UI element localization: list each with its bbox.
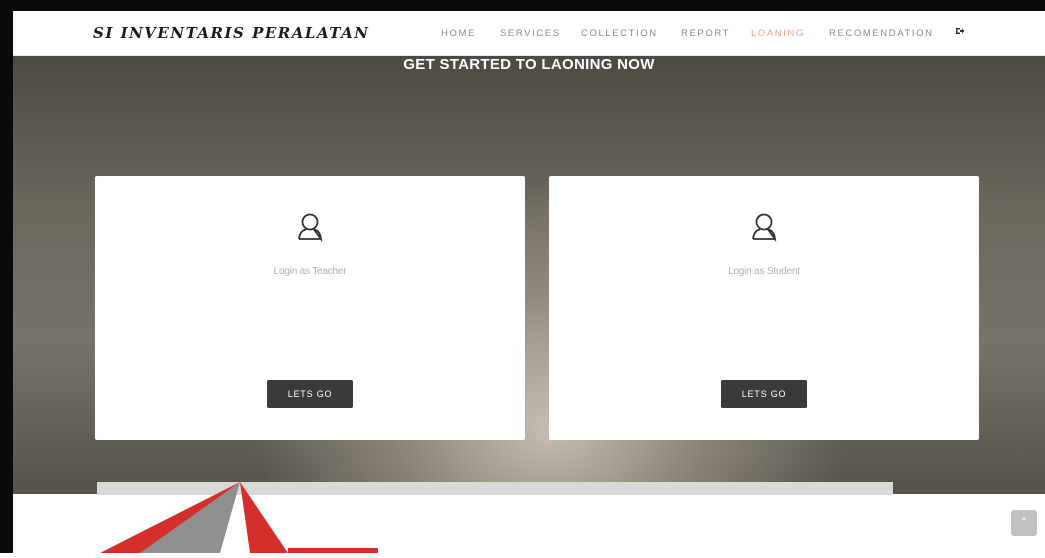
user-icon bbox=[95, 212, 525, 247]
watermark-logo bbox=[100, 482, 400, 558]
nav-recomendation[interactable]: RECOMENDATION bbox=[829, 28, 934, 39]
nav-report[interactable]: REPORT bbox=[681, 28, 730, 39]
navbar: SI INVENTARIS PERALATAN HOME SERVICES CO… bbox=[13, 11, 1045, 56]
teacher-login-card: Login as Teacher LETS GO bbox=[95, 176, 525, 440]
hero-section: GET STARTED TO LAONING NOW Login as Teac… bbox=[13, 56, 1045, 494]
hero-title: GET STARTED TO LAONING NOW bbox=[403, 56, 655, 73]
student-lets-go-button[interactable]: LETS GO bbox=[721, 380, 807, 408]
teacher-login-label: Login as Teacher bbox=[273, 266, 347, 277]
screenshot-frame-left bbox=[0, 0, 13, 553]
nav-loaning[interactable]: LOANING bbox=[751, 28, 805, 39]
scroll-to-top-button[interactable]: ⌃ bbox=[1011, 510, 1037, 536]
chevron-up-icon: ⌃ bbox=[1019, 517, 1029, 528]
nav-services[interactable]: SERVICES bbox=[500, 28, 561, 39]
user-icon bbox=[549, 212, 979, 247]
student-login-label: Login as Student bbox=[728, 266, 800, 277]
brand-logo-text[interactable]: SI INVENTARIS PERALATAN bbox=[93, 24, 369, 42]
nav-home[interactable]: HOME bbox=[441, 28, 476, 39]
teacher-lets-go-button[interactable]: LETS GO bbox=[267, 380, 353, 408]
logout-icon[interactable] bbox=[955, 26, 965, 39]
screenshot-frame-top bbox=[0, 0, 1045, 11]
student-login-card: Login as Student LETS GO bbox=[549, 176, 979, 440]
nav-collection[interactable]: COLLECTION bbox=[581, 28, 658, 39]
